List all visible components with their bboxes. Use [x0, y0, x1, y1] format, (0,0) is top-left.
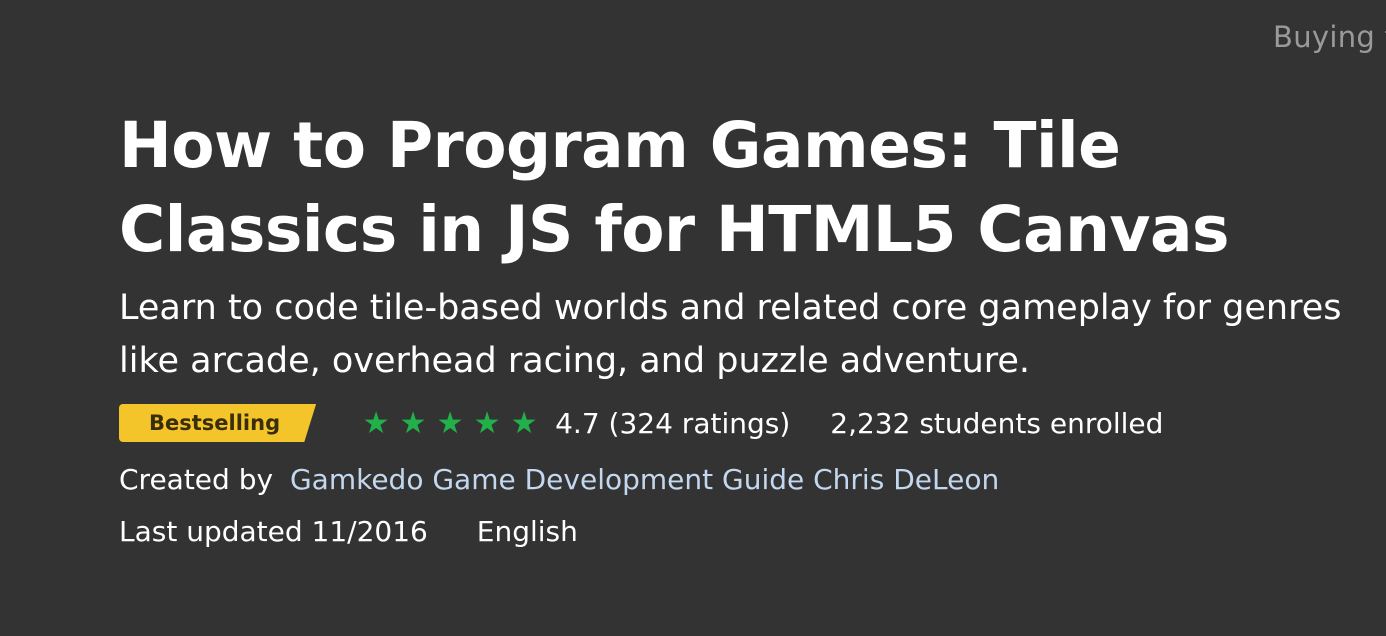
created-by-label: Created by [119, 463, 274, 496]
star-icon: ★ [362, 405, 391, 441]
course-meta-row: Bestselling ★ ★ ★ ★ ★ 4.7 (324 ratings) … [119, 404, 1359, 442]
star-icon: ★ [399, 405, 428, 441]
star-icon: ★ [510, 405, 539, 441]
created-by-row: Created by Gamkedo Game Development Guid… [119, 460, 1359, 500]
course-language: English [476, 515, 578, 548]
students-enrolled: 2,232 students enrolled [830, 406, 1164, 440]
buying-for-link[interactable]: Buying f [1273, 20, 1386, 54]
course-title: How to Program Games: Tile Classics in J… [119, 109, 1230, 266]
rating-stars[interactable]: ★ ★ ★ ★ ★ [358, 406, 543, 441]
instructor-link[interactable]: Gamkedo Game Development Guide Chris DeL… [290, 463, 999, 496]
course-header: How to Program Games: Tile Classics in J… [119, 104, 1359, 552]
star-icon: ★ [473, 405, 502, 441]
last-updated: Last updated 11/2016 [119, 515, 428, 548]
course-details-row: Last updated 11/2016 English [119, 512, 1359, 552]
course-subtitle: Learn to code tile-based worlds and rela… [119, 288, 1342, 381]
bestselling-badge: Bestselling [119, 404, 317, 442]
star-icon: ★ [436, 405, 465, 441]
rating-summary[interactable]: 4.7 (324 ratings) [555, 407, 790, 440]
